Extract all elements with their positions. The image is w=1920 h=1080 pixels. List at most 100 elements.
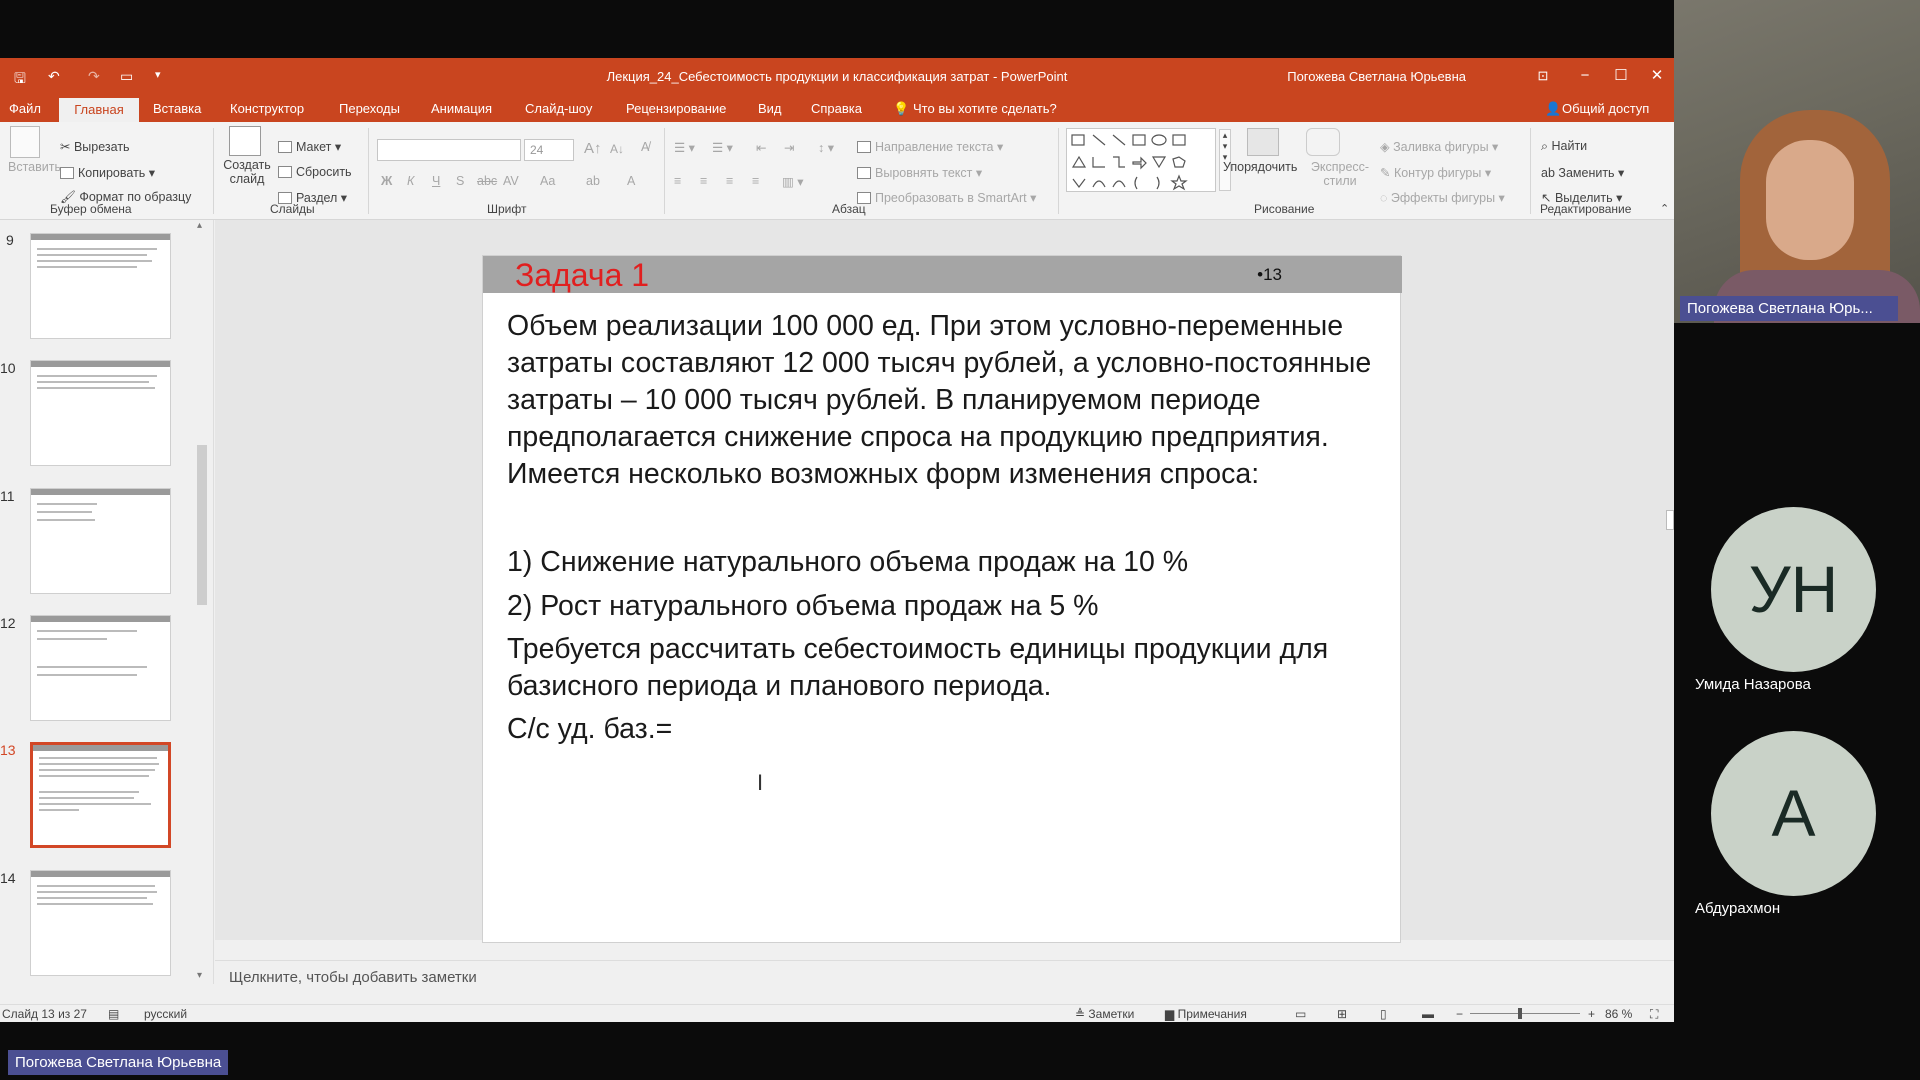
shape-outline-button[interactable]: ✎ Контур фигуры ▾: [1380, 165, 1491, 180]
font-color-icon[interactable]: A: [627, 174, 635, 188]
smartart-button[interactable]: Преобразовать в SmartArt ▾: [857, 190, 1036, 205]
minimize-button[interactable]: −: [1570, 65, 1600, 87]
tab-slideshow[interactable]: Слайд-шоу: [525, 101, 592, 116]
shapes-gallery[interactable]: [1066, 128, 1216, 192]
tab-help[interactable]: Справка: [811, 101, 862, 116]
tab-design[interactable]: Конструктор: [230, 101, 304, 116]
strikethrough-icon[interactable]: abc: [477, 174, 497, 188]
copy-button[interactable]: Копировать ▾: [60, 165, 155, 180]
replace-button[interactable]: ab Заменить ▾: [1541, 165, 1624, 180]
zoom-out-icon[interactable]: −: [1456, 1007, 1463, 1021]
align-left-icon[interactable]: ≡: [674, 174, 681, 188]
zoom-slider-thumb[interactable]: [1518, 1008, 1522, 1019]
align-right-icon[interactable]: ≡: [726, 174, 733, 188]
quick-styles-icon[interactable]: [1306, 128, 1340, 156]
bold-icon[interactable]: Ж: [381, 174, 392, 188]
decrease-indent-icon[interactable]: ⇤: [756, 140, 766, 155]
comments-button[interactable]: ▆ Примечания: [1165, 1007, 1247, 1021]
paste-button[interactable]: Вставить: [8, 160, 61, 174]
new-slide-button[interactable]: Создать слайд: [219, 158, 275, 186]
shadow-icon[interactable]: S: [456, 174, 464, 188]
shape-effects-button[interactable]: ◌ Эффекты фигуры ▾: [1380, 190, 1505, 205]
quick-styles-button[interactable]: Экспресс-стили: [1310, 160, 1370, 188]
bullets-icon[interactable]: ☰ ▾: [674, 140, 695, 155]
reading-view-icon[interactable]: ▯: [1380, 1007, 1387, 1021]
character-spacing-icon[interactable]: AV: [503, 174, 519, 188]
shape-fill-button[interactable]: ◈ Заливка фигуры ▾: [1380, 139, 1498, 154]
columns-icon[interactable]: ▥ ▾: [782, 174, 804, 189]
zoom-level[interactable]: 86 %: [1605, 1007, 1632, 1021]
justify-icon[interactable]: ≡: [752, 174, 759, 188]
reset-button[interactable]: Сбросить: [278, 165, 352, 179]
notes-button[interactable]: ≜ Заметки: [1075, 1007, 1134, 1021]
line-spacing-icon[interactable]: ↕ ▾: [818, 140, 834, 155]
align-text-button[interactable]: Выровнять текст ▾: [857, 165, 982, 180]
arrange-button[interactable]: Упорядочить: [1223, 160, 1297, 174]
slide-thumbnail-selected[interactable]: [30, 742, 171, 848]
underline-icon[interactable]: Ч: [432, 174, 440, 188]
scroll-up-icon[interactable]: ▴: [197, 220, 202, 231]
new-slide-icon[interactable]: [229, 126, 261, 156]
find-button[interactable]: ⌕ Найти: [1541, 139, 1587, 154]
slide-thumbnail[interactable]: [30, 360, 171, 466]
increase-indent-icon[interactable]: ⇥: [784, 140, 794, 155]
tab-transitions[interactable]: Переходы: [339, 101, 400, 116]
tab-animations[interactable]: Анимация: [431, 101, 492, 116]
tab-insert[interactable]: Вставка: [153, 101, 201, 116]
tell-me-search[interactable]: Что вы хотите сделать?: [913, 101, 1057, 116]
slide-thumbnail[interactable]: [30, 615, 171, 721]
participant-name-label: Погожева Светлана Юрь...: [1680, 296, 1898, 321]
tab-file[interactable]: Файл: [9, 101, 41, 116]
slide-thumbnail[interactable]: [30, 488, 171, 594]
clear-formatting-icon[interactable]: A̸: [641, 140, 649, 154]
cut-button[interactable]: ✂ Вырезать: [60, 139, 130, 154]
layout-button[interactable]: Макет ▾: [278, 139, 341, 154]
zoom-in-icon[interactable]: +: [1588, 1007, 1595, 1021]
close-button[interactable]: ✕: [1642, 65, 1672, 87]
font-name-combobox[interactable]: [377, 139, 521, 161]
tab-home[interactable]: Главная: [59, 98, 139, 122]
group-slides-label: Слайды: [270, 202, 315, 216]
scroll-down-icon[interactable]: ▾: [197, 970, 202, 981]
slideshow-view-icon[interactable]: ▬: [1422, 1007, 1434, 1021]
spellcheck-icon[interactable]: ▤: [108, 1007, 119, 1021]
paste-icon[interactable]: [10, 126, 40, 158]
thumbnails-scrollbar[interactable]: ▴ ▾: [195, 220, 209, 984]
slide-sorter-icon[interactable]: ⊞: [1337, 1007, 1347, 1021]
italic-icon[interactable]: К: [407, 174, 414, 188]
arrange-icon[interactable]: [1247, 128, 1279, 156]
language-indicator[interactable]: русский: [144, 1007, 187, 1021]
normal-view-icon[interactable]: ▭: [1295, 1007, 1306, 1021]
slide-thumbnail[interactable]: [30, 233, 171, 339]
zoom-slider[interactable]: [1470, 1013, 1580, 1014]
ribbon-display-options-icon[interactable]: ⊡: [1528, 65, 1558, 87]
font-size-combobox[interactable]: 24: [524, 139, 574, 161]
shrink-font-icon[interactable]: A↓: [610, 142, 624, 156]
grow-font-icon[interactable]: A↑: [584, 140, 602, 157]
problem-statement: Объем реализации 100 000 ед. При этом ус…: [507, 310, 1372, 490]
editor-scrollbar[interactable]: [1666, 510, 1674, 530]
slide-thumbnail[interactable]: [30, 870, 171, 976]
account-name[interactable]: Погожева Светлана Юрьевна: [1287, 69, 1466, 84]
thumb-text-line: [37, 897, 147, 899]
fit-to-window-icon[interactable]: ⛶: [1650, 1007, 1658, 1022]
copy-label: Копировать: [78, 166, 146, 180]
share-button[interactable]: Общий доступ: [1562, 101, 1649, 116]
slide-canvas[interactable]: Задача 1 •13 Объем реализации 100 000 ед…: [482, 255, 1402, 943]
highlight-icon[interactable]: ab: [586, 174, 600, 188]
numbering-icon[interactable]: ☰ ▾: [712, 140, 733, 155]
maximize-button[interactable]: ☐: [1606, 65, 1636, 87]
slide-title[interactable]: Задача 1: [515, 257, 649, 294]
share-icon[interactable]: 👤: [1545, 101, 1561, 117]
align-center-icon[interactable]: ≡: [700, 174, 707, 188]
tab-view[interactable]: Вид: [758, 101, 782, 116]
tab-review[interactable]: Рецензирование: [626, 101, 726, 116]
slide-body-text[interactable]: Объем реализации 100 000 ед. При этом ус…: [507, 308, 1387, 748]
change-case-icon[interactable]: Aa: [540, 174, 555, 188]
scrollbar-thumb[interactable]: [197, 445, 207, 605]
notes-pane[interactable]: Щелкните, чтобы добавить заметки: [215, 960, 1674, 994]
collapse-ribbon-icon[interactable]: ⌃: [1660, 202, 1669, 215]
separator: [1530, 128, 1531, 214]
group-clipboard-label: Буфер обмена: [50, 202, 132, 216]
text-direction-button[interactable]: Направление текста ▾: [857, 139, 1003, 154]
